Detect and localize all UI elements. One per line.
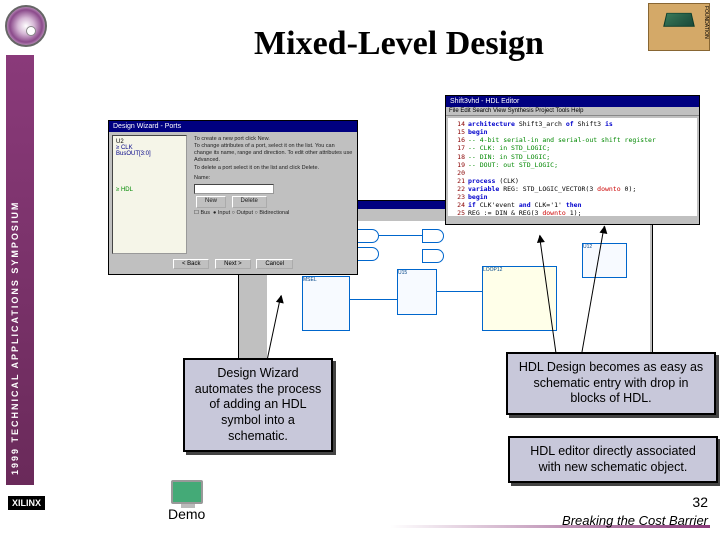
hdl-titlebar: Shift3vhd - HDL Editor xyxy=(446,96,699,107)
screenshots-area: Design Wizard - Ports U2 ≥ CLK BusOUT[3:… xyxy=(108,95,700,355)
main-content: FOUNDATION Mixed-Level Design Design Wiz… xyxy=(78,0,720,540)
page-number: 32 xyxy=(692,494,708,510)
callout-hdl-editor: HDL editor directly associated with new … xyxy=(508,436,718,483)
callout-hdl-design: HDL Design becomes as easy as schematic … xyxy=(506,352,716,415)
wizard-titlebar: Design Wizard - Ports xyxy=(109,121,357,132)
wizard-form: To create a new port click New. To chang… xyxy=(190,132,357,257)
chip-icon xyxy=(663,13,695,27)
wizard-back-button[interactable]: < Back xyxy=(173,259,210,269)
slide-title: Mixed-Level Design xyxy=(78,25,720,63)
sidebar-vertical-text: 1999 TECHNICAL APPLICATIONS SYMPOSIUM xyxy=(10,65,20,475)
xilinx-logo: XILINX xyxy=(8,496,45,510)
hdl-code-area[interactable]: 141516 171819 202122 232425 architecture… xyxy=(448,118,697,216)
callout-wizard: Design Wizard automates the process of a… xyxy=(183,358,333,452)
hdl-line-numbers: 141516 171819 202122 232425 xyxy=(450,120,468,214)
demo-icon[interactable]: Demo xyxy=(168,480,205,522)
wizard-new-button[interactable]: New xyxy=(196,196,226,208)
wizard-next-button[interactable]: Next > xyxy=(215,259,251,269)
monitor-icon xyxy=(171,480,203,504)
hdl-editor-window: Shift3vhd - HDL Editor File Edit Search … xyxy=(445,95,700,225)
foundation-badge: FOUNDATION xyxy=(648,3,710,51)
sidebar-band: 1999 TECHNICAL APPLICATIONS SYMPOSIUM xyxy=(6,55,34,485)
cd-icon xyxy=(0,0,75,55)
wizard-cancel-button[interactable]: Cancel xyxy=(256,259,293,269)
design-wizard-window: Design Wizard - Ports U2 ≥ CLK BusOUT[3:… xyxy=(108,120,358,275)
sidebar: 1999 TECHNICAL APPLICATIONS SYMPOSIUM XI… xyxy=(0,0,75,540)
wizard-delete-button[interactable]: Delete xyxy=(232,196,267,208)
hdl-menubar[interactable]: File Edit Search View Synthesis Project … xyxy=(446,107,699,116)
footer-tagline: Breaking the Cost Barrier xyxy=(562,513,708,528)
demo-label: Demo xyxy=(168,506,205,522)
wizard-name-input[interactable] xyxy=(194,184,274,194)
hdl-source: architecture Shift3_arch of Shift3 is be… xyxy=(468,120,695,214)
wizard-preview-pane: U2 ≥ CLK BusOUT[3:0] ≥ HDL xyxy=(112,135,187,254)
